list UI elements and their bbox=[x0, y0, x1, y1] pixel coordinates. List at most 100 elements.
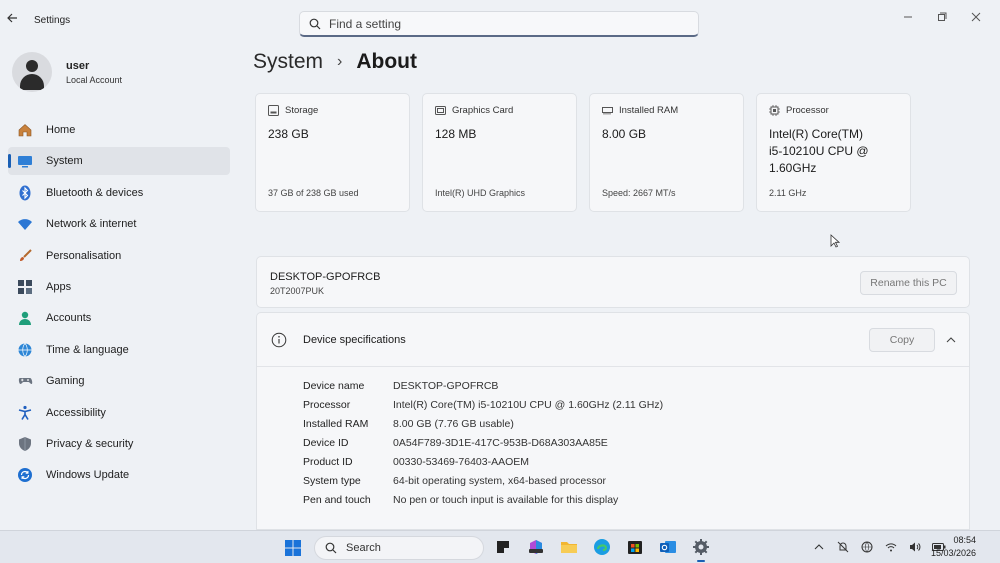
edge-icon bbox=[594, 539, 610, 555]
globe-clock-icon bbox=[18, 342, 32, 357]
sidebar-item-accounts[interactable]: Accounts bbox=[8, 304, 230, 332]
card-header: Processor bbox=[769, 105, 829, 116]
card-value: 238 GB bbox=[268, 127, 309, 141]
card-label: Storage bbox=[285, 105, 319, 116]
sidebar-item-privacy[interactable]: Privacy & security bbox=[8, 430, 230, 458]
card-header: Storage bbox=[268, 105, 318, 116]
windows-start-icon[interactable] bbox=[284, 539, 302, 557]
minimize-button[interactable] bbox=[900, 12, 916, 28]
sidebar-nav: Home System Bluetooth & devices Network … bbox=[8, 116, 230, 493]
sidebar-item-accessibility[interactable]: Accessibility bbox=[8, 399, 230, 427]
spec-rows: Device name DESKTOP-GPOFRCB Processor In… bbox=[303, 376, 663, 509]
accounts-icon bbox=[19, 312, 31, 326]
chevron-up-icon[interactable] bbox=[945, 334, 957, 346]
shield-icon bbox=[19, 436, 31, 451]
task-view-button[interactable] bbox=[492, 536, 514, 558]
taskbar-clock[interactable]: 08:54 15/03/2026 bbox=[931, 534, 976, 560]
brush-icon bbox=[20, 248, 32, 261]
processor-icon bbox=[769, 105, 780, 116]
file-explorer-button[interactable] bbox=[558, 536, 580, 558]
tray-network[interactable] bbox=[884, 540, 898, 554]
taskbar-search-label: Search bbox=[346, 542, 381, 554]
sidebar-item-label: Windows Update bbox=[46, 469, 130, 482]
storage-card[interactable]: Storage 238 GB 37 GB of 238 GB used bbox=[255, 93, 410, 212]
settings-app-button[interactable] bbox=[690, 536, 712, 562]
sidebar-item-label: Accessibility bbox=[46, 406, 106, 419]
folder-icon bbox=[561, 542, 577, 553]
rename-pc-button[interactable]: Rename this PC bbox=[860, 271, 957, 295]
spec-row-product-id: Product ID 00330-53469-76403-AAOEM bbox=[303, 452, 663, 471]
sidebar-item-time-language[interactable]: Time & language bbox=[8, 336, 230, 364]
search-input[interactable] bbox=[329, 16, 669, 31]
card-label: Processor bbox=[786, 105, 829, 116]
card-detail: Intel(R) UHD Graphics bbox=[435, 188, 526, 198]
bluetooth-icon bbox=[19, 185, 31, 201]
card-label: Installed RAM bbox=[619, 105, 679, 116]
sidebar-item-label: Home bbox=[46, 124, 76, 136]
card-value: Intel(R) Core(TM) i5-10210U CPU @ 1.60GH… bbox=[769, 127, 869, 175]
spec-row-device-id: Device ID 0A54F789-3D1E-417C-953B-D68A30… bbox=[303, 433, 663, 452]
sidebar-item-label: Accounts bbox=[46, 312, 92, 325]
maximize-button[interactable] bbox=[934, 12, 950, 28]
search-icon bbox=[325, 542, 337, 554]
app-title: Settings bbox=[34, 15, 71, 26]
store-app-button[interactable] bbox=[624, 536, 646, 558]
tray-language[interactable] bbox=[860, 540, 874, 554]
m365-app-button[interactable] bbox=[525, 536, 547, 558]
sidebar-item-label: Time & language bbox=[46, 343, 129, 356]
graphics-card-card[interactable]: Graphics Card 128 MB Intel(R) UHD Graphi… bbox=[422, 93, 577, 212]
spec-row-processor: Processor Intel(R) Core(TM) i5-10210U CP… bbox=[303, 395, 663, 414]
wifi-icon bbox=[885, 543, 897, 552]
volume-icon bbox=[910, 542, 921, 552]
wifi-icon bbox=[18, 219, 32, 231]
sidebar-item-personalisation[interactable]: Personalisation bbox=[8, 242, 230, 270]
sidebar-item-apps[interactable]: Apps bbox=[8, 273, 230, 301]
task-view-icon bbox=[497, 541, 509, 553]
settings-search-box[interactable] bbox=[299, 11, 699, 37]
user-account-type: Local Account bbox=[66, 74, 123, 85]
store-icon bbox=[628, 541, 642, 554]
sidebar-item-home[interactable]: Home bbox=[8, 116, 230, 144]
card-header: Graphics Card bbox=[435, 105, 513, 116]
tray-notifications-off[interactable] bbox=[836, 540, 850, 554]
spec-label: Device ID bbox=[303, 436, 349, 449]
sidebar-item-network[interactable]: Network & internet bbox=[8, 210, 230, 238]
pc-model: 20T2007PUK bbox=[270, 286, 325, 296]
spec-value: No pen or touch input is available for t… bbox=[393, 493, 619, 506]
sidebar-item-bluetooth[interactable]: Bluetooth & devices bbox=[8, 179, 230, 207]
outlook-app-button[interactable] bbox=[657, 536, 679, 558]
breadcrumb-parent[interactable]: System bbox=[253, 50, 323, 74]
pc-name: DESKTOP-GPOFRCB bbox=[270, 271, 381, 283]
info-icon bbox=[271, 332, 287, 348]
tray-overflow-button[interactable] bbox=[812, 540, 826, 554]
notification-off-icon bbox=[837, 541, 849, 553]
tray-volume[interactable] bbox=[908, 540, 922, 554]
installed-ram-card[interactable]: Installed RAM 8.00 GB Speed: 2667 MT/s bbox=[589, 93, 744, 212]
spec-value: DESKTOP-GPOFRCB bbox=[393, 379, 499, 392]
copy-button[interactable]: Copy bbox=[869, 328, 935, 352]
taskbar: Search 08:54 15/03/2026 bbox=[0, 530, 1000, 563]
close-button[interactable] bbox=[968, 12, 984, 28]
user-text: user Local Account bbox=[66, 60, 122, 85]
taskbar-search[interactable]: Search bbox=[314, 536, 484, 560]
sidebar-item-gaming[interactable]: Gaming bbox=[8, 367, 230, 395]
chevron-up-icon bbox=[814, 544, 824, 550]
spec-row-device-name: Device name DESKTOP-GPOFRCB bbox=[303, 376, 663, 395]
edge-browser-button[interactable] bbox=[591, 536, 613, 558]
device-specifications-header[interactable]: Device specifications Copy bbox=[257, 313, 969, 367]
outlook-icon bbox=[660, 541, 676, 553]
clock-date: 15/03/2026 bbox=[930, 548, 976, 558]
accessibility-icon bbox=[18, 405, 32, 420]
clock-time: 08:54 bbox=[953, 535, 976, 545]
breadcrumb-separator: › bbox=[337, 53, 343, 70]
processor-card[interactable]: Processor Intel(R) Core(TM) i5-10210U CP… bbox=[756, 93, 911, 212]
back-button[interactable] bbox=[6, 12, 22, 30]
sidebar-item-label: Privacy & security bbox=[46, 437, 134, 450]
mouse-cursor-icon bbox=[830, 234, 840, 248]
user-profile[interactable]: user Local Account bbox=[12, 52, 122, 92]
sidebar-item-windows-update[interactable]: Windows Update bbox=[8, 461, 230, 489]
sidebar-item-system[interactable]: System bbox=[8, 147, 230, 176]
spec-value: Intel(R) Core(TM) i5-10210U CPU @ 1.60GH… bbox=[393, 398, 664, 411]
spec-label: Pen and touch bbox=[303, 493, 371, 506]
spec-value: 64-bit operating system, x64-based proce… bbox=[393, 474, 607, 487]
